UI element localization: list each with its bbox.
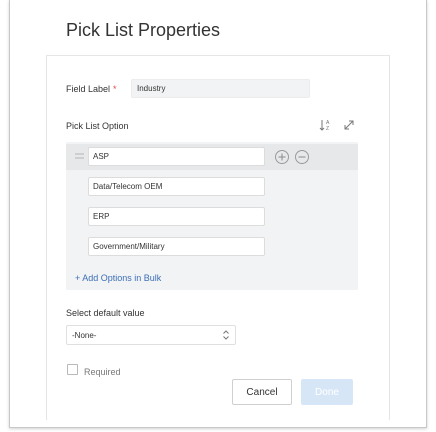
default-value-label: Select default value [66, 308, 145, 318]
required-star: * [113, 84, 117, 94]
default-value-select[interactable]: -None- [66, 325, 236, 345]
add-option-button[interactable] [275, 150, 289, 164]
expand-icon[interactable] [342, 118, 356, 132]
minus-icon [298, 156, 306, 158]
option-input-2[interactable]: Data/Telecom OEM [88, 177, 265, 196]
option-input-3[interactable]: ERP [88, 207, 265, 226]
drag-handle-icon[interactable] [75, 152, 84, 160]
remove-option-button[interactable] [295, 150, 309, 164]
add-options-in-bulk-link[interactable]: + Add Options in Bulk [75, 273, 161, 283]
dialog-title: Pick List Properties [66, 20, 221, 40]
required-checkbox[interactable] [67, 364, 78, 375]
option-input-1[interactable]: ASP [88, 147, 265, 166]
field-label-caption: Field Label * [66, 84, 117, 94]
select-updown-icon [223, 330, 229, 340]
cancel-button[interactable]: Cancel [232, 379, 292, 405]
sort-alpha-icon[interactable]: A Z [319, 118, 333, 132]
field-label-text: Field Label [66, 84, 111, 94]
dialog-header: Pick List Properties [46, 0, 390, 56]
field-label-input[interactable]: Industry [131, 79, 310, 98]
plus-icon [278, 153, 286, 161]
done-button[interactable]: Done [301, 379, 353, 405]
pick-list-option-label: Pick List Option [66, 121, 129, 131]
required-checkbox-label: Required [84, 367, 121, 377]
option-input-4[interactable]: Government/Military [88, 237, 265, 256]
svg-text:Z: Z [326, 126, 329, 132]
